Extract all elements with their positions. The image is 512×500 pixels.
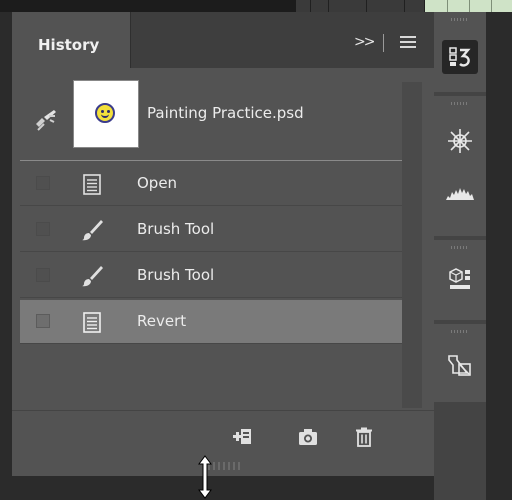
swatch-strip bbox=[424, 0, 512, 12]
history-brush-icon[interactable] bbox=[32, 106, 60, 134]
dock-brush-settings-button[interactable] bbox=[442, 124, 478, 158]
document-icon bbox=[83, 312, 101, 333]
tab-history[interactable]: History bbox=[12, 12, 131, 68]
history-icon bbox=[449, 47, 471, 67]
dock-histogram-button[interactable] bbox=[442, 176, 478, 210]
snapshot-divider bbox=[20, 160, 402, 161]
dock-3d-button[interactable] bbox=[442, 262, 478, 296]
canvas-area-top bbox=[0, 0, 296, 12]
snapshot-name: Painting Practice.psd bbox=[147, 104, 304, 122]
brush-icon bbox=[82, 266, 103, 287]
history-item-label: Open bbox=[137, 174, 178, 192]
source-checkbox[interactable] bbox=[36, 268, 50, 282]
dock-group-tools bbox=[434, 96, 486, 236]
double-chevron-right-icon[interactable]: >> bbox=[354, 34, 376, 50]
tab-history-label: History bbox=[38, 36, 100, 54]
source-checkbox[interactable] bbox=[36, 314, 50, 328]
snapshot-thumbnail bbox=[73, 80, 139, 148]
history-item-brush-tool-1[interactable]: Brush Tool bbox=[20, 208, 402, 252]
dock-group-paths bbox=[434, 324, 486, 402]
dock-grip[interactable] bbox=[451, 102, 469, 105]
history-item-label: Brush Tool bbox=[137, 220, 215, 238]
history-item-label: Revert bbox=[137, 312, 187, 330]
trash-icon[interactable] bbox=[352, 425, 376, 449]
dock-group-history bbox=[434, 12, 486, 92]
source-checkbox[interactable] bbox=[36, 176, 50, 190]
dock-grip[interactable] bbox=[451, 330, 469, 333]
panel-menu-icon[interactable] bbox=[400, 36, 416, 49]
history-scrollbar[interactable] bbox=[402, 82, 422, 408]
new-document-from-state-icon[interactable] bbox=[230, 425, 254, 449]
history-snapshot[interactable]: Painting Practice.psd bbox=[20, 78, 402, 166]
3d-icon bbox=[449, 268, 470, 289]
dock-grip[interactable] bbox=[451, 246, 469, 249]
dock-history-button[interactable] bbox=[442, 40, 478, 74]
paths-icon bbox=[448, 355, 471, 376]
history-panel: History >> Painting Practice.psd Open Br… bbox=[12, 12, 434, 476]
panel-footer bbox=[12, 410, 434, 465]
dock-paths-button[interactable] bbox=[442, 348, 478, 382]
camera-icon[interactable] bbox=[296, 425, 320, 449]
vertical-resize-cursor-icon bbox=[198, 455, 212, 499]
source-checkbox[interactable] bbox=[36, 222, 50, 236]
brush-settings-icon bbox=[448, 129, 472, 153]
history-item-brush-tool-2[interactable]: Brush Tool bbox=[20, 254, 402, 298]
history-item-revert[interactable]: Revert bbox=[20, 300, 402, 344]
document-icon bbox=[83, 174, 101, 195]
panel-dock bbox=[434, 12, 486, 500]
history-item-open[interactable]: Open bbox=[20, 162, 402, 206]
history-item-label: Brush Tool bbox=[137, 266, 215, 284]
dock-grip[interactable] bbox=[451, 18, 469, 21]
top-panel-strip bbox=[296, 0, 512, 12]
histogram-icon bbox=[446, 188, 474, 200]
dock-edge bbox=[486, 12, 512, 500]
panel-tab-bar: History >> bbox=[12, 12, 434, 68]
brush-icon bbox=[82, 220, 103, 241]
dock-group-3d bbox=[434, 240, 486, 320]
tab-separator bbox=[383, 34, 384, 52]
smiley-image bbox=[95, 103, 115, 123]
